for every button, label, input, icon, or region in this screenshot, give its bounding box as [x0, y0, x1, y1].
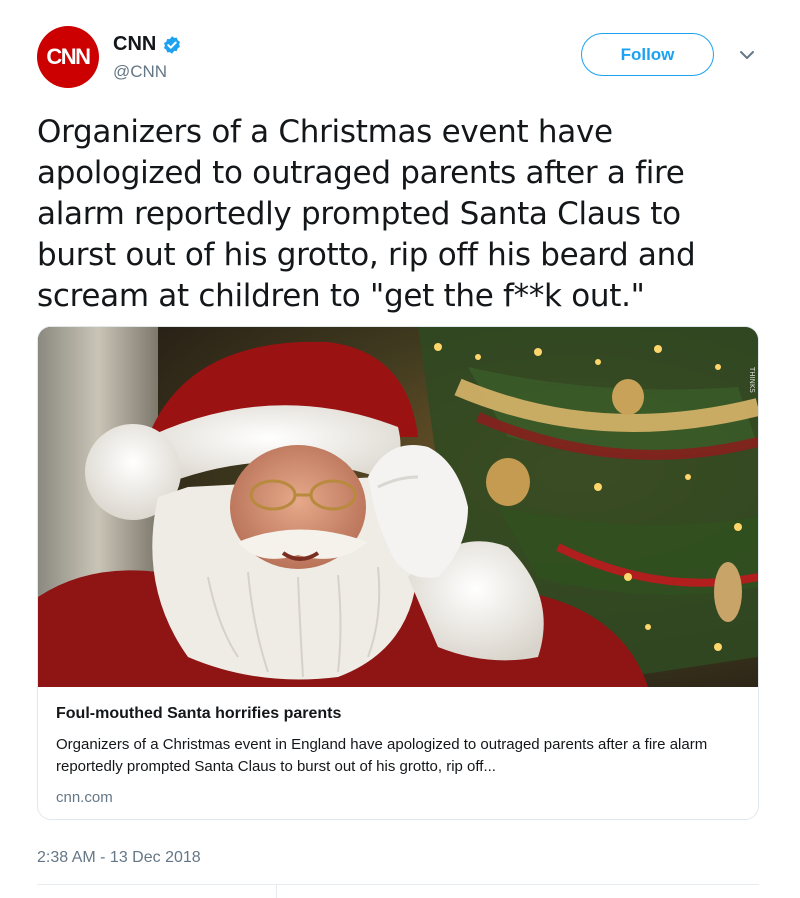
- card-title[interactable]: Foul-mouthed Santa horrifies parents: [56, 705, 341, 723]
- card-domain: cnn.com: [56, 789, 113, 806]
- avatar[interactable]: CNN: [37, 26, 99, 88]
- follow-button[interactable]: Follow: [581, 33, 714, 76]
- account-handle[interactable]: @CNN: [113, 62, 167, 82]
- svg-text:THINKS: THINKS: [748, 366, 756, 393]
- account-name-row[interactable]: CNN: [113, 33, 182, 56]
- link-card[interactable]: THINKS Foul-mouthed Santa horrifies pare…: [37, 326, 759, 820]
- verified-badge-icon: [164, 35, 181, 54]
- account-name[interactable]: CNN: [113, 33, 156, 56]
- tweet-text: Organizers of a Christmas event have apo…: [37, 114, 696, 314]
- santa-claus-photo[interactable]: THINKS: [38, 327, 758, 687]
- chevron-down-icon[interactable]: [738, 48, 756, 62]
- cnn-logo: CNN: [46, 44, 91, 69]
- divider-tick: [276, 884, 277, 898]
- card-description: Organizers of a Christmas event in Engla…: [56, 736, 708, 775]
- tweet-timestamp[interactable]: 2:38 AM - 13 Dec 2018: [37, 849, 201, 867]
- divider: [37, 884, 759, 885]
